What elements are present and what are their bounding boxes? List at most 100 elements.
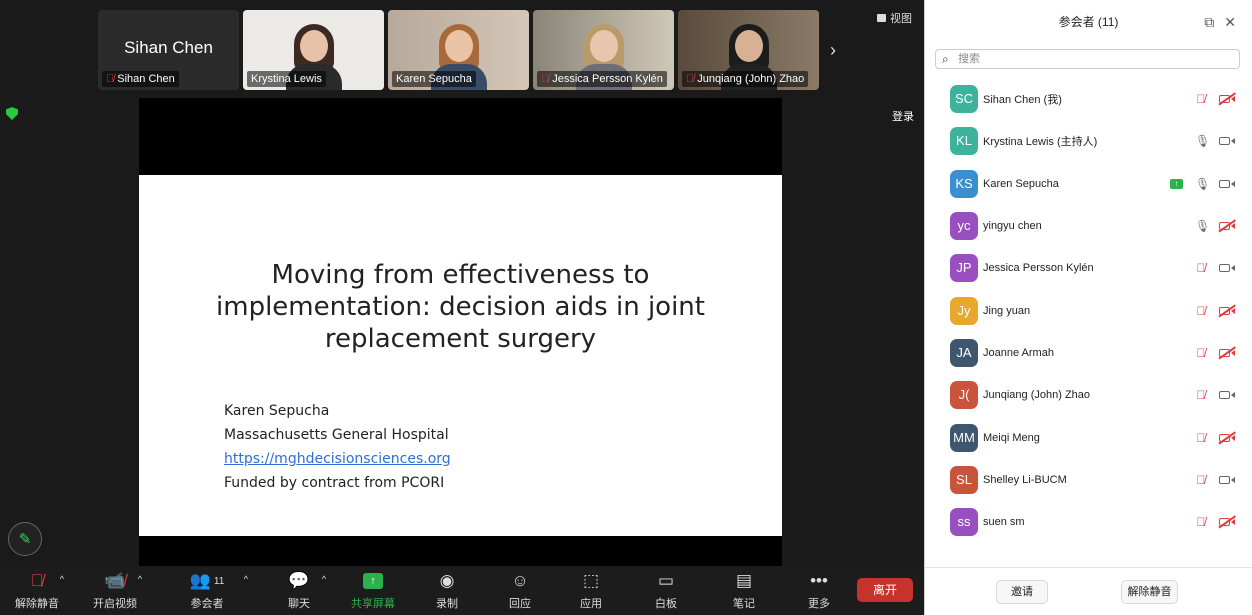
record-label: 录制: [436, 598, 458, 610]
participant-status-icons: 🎙̸: [1195, 346, 1235, 360]
thumbnail-label: 🎙̸ Junqiang (John) Zhao: [682, 71, 809, 87]
close-icon[interactable]: ✕: [1224, 0, 1236, 44]
whiteboard-label: 白板: [655, 598, 677, 610]
caret-up-icon[interactable]: ^: [60, 574, 64, 584]
apps-button[interactable]: ⬚ 应用: [556, 570, 626, 611]
video-icon: [1219, 390, 1235, 400]
participant-status-icons: 🎙̸: [1195, 515, 1235, 529]
participant-name: Krystina Lewis (主持人): [983, 136, 1098, 149]
thumbnail-label: Karen Sepucha: [392, 71, 476, 87]
participant-status-icons: 🎙̸: [1195, 473, 1235, 487]
apps-label: 应用: [580, 598, 602, 610]
participant-row[interactable]: J(Junqiang (John) Zhao 🎙̸: [925, 374, 1252, 416]
whiteboard-button[interactable]: ▭ 白板: [631, 570, 701, 611]
zoom-window: Sihan Chen 🎙̸ Sihan Chen Krystina Lewis: [0, 0, 1252, 615]
thumbnail-label-text: Krystina Lewis: [251, 73, 322, 85]
slide-author: Karen Sepucha: [224, 403, 330, 419]
thumbnail-sihan-chen[interactable]: Sihan Chen 🎙̸ Sihan Chen: [98, 10, 239, 90]
participant-row[interactable]: JA Joanne Armah 🎙̸: [925, 332, 1252, 374]
reactions-button[interactable]: ☺ 回应: [485, 570, 555, 611]
participant-row[interactable]: SL Shelley Li-BUCM 🎙̸: [925, 459, 1252, 501]
thumbnail-jessica-persson-kylen[interactable]: 🎙̸ Jessica Persson Kylén: [533, 10, 674, 90]
thumbnail-karen-sepucha[interactable]: Karen Sepucha: [388, 10, 529, 90]
participant-row[interactable]: ss suen sm 🎙̸: [925, 501, 1252, 543]
caret-up-icon[interactable]: ^: [244, 574, 248, 584]
mic-icon: 🎙: [1195, 176, 1211, 191]
video-off-icon: [1219, 517, 1235, 527]
invite-button[interactable]: 邀请: [996, 580, 1048, 604]
slide-link[interactable]: https://mghdecisionsciences.org: [224, 447, 451, 471]
reactions-label: 回应: [509, 598, 531, 610]
participant-status-icons: ↑ 🎙: [1170, 177, 1235, 191]
mic-off-icon: 🎙̸: [541, 73, 550, 85]
participant-row[interactable]: Jy Jing yuan 🎙̸: [925, 289, 1252, 331]
participant-name: Karen Sepucha: [983, 177, 1059, 190]
mic-off-icon: 🎙̸: [1196, 515, 1206, 530]
security-shield-icon[interactable]: [6, 107, 18, 120]
thumbnail-name-text: Sihan Chen: [124, 38, 213, 57]
thumbnail-junqiang-zhao[interactable]: 🎙̸ Junqiang (John) Zhao: [678, 10, 819, 90]
thumbnail-krystina-lewis[interactable]: Krystina Lewis: [243, 10, 384, 90]
participant-name: Jessica Persson Kylén: [983, 262, 1094, 275]
video-off-icon: [1219, 433, 1235, 443]
participant-name: Sihan Chen (我): [983, 94, 1062, 107]
avatar: Jy: [950, 296, 978, 325]
mic-off-icon: 🎙̸: [1196, 430, 1206, 445]
record-button[interactable]: ◉ 录制: [412, 570, 482, 611]
search-placeholder: 搜索: [958, 53, 980, 65]
grid-view-icon: [877, 14, 886, 22]
avatar: JA: [950, 338, 978, 367]
mic-off-icon: 🎙̸: [1196, 345, 1206, 360]
unmute-me-button[interactable]: 解除静音: [1121, 580, 1178, 604]
participant-row[interactable]: MM Meiqi Meng 🎙̸: [925, 416, 1252, 458]
panel-footer: 邀请 解除静音: [925, 567, 1252, 615]
participant-row[interactable]: yc yingyu chen 🎙: [925, 205, 1252, 247]
video-off-icon: [1219, 306, 1235, 316]
view-button[interactable]: 视图: [877, 10, 912, 26]
mic-off-icon: 🎙̸: [686, 73, 695, 85]
video-icon: [1219, 179, 1235, 189]
participant-name: Junqiang (John) Zhao: [983, 389, 1091, 402]
participants-icon: 👥: [189, 571, 211, 590]
slide-affiliation: Massachusetts General Hospital: [224, 427, 449, 443]
screen-share-icon: ↑: [1170, 178, 1183, 189]
notes-button[interactable]: ▤ 笔记: [709, 570, 779, 611]
participant-row[interactable]: KL Krystina Lewis (主持人) 🎙: [925, 120, 1252, 162]
participants-button[interactable]: 👥 11 ^ 参会者: [172, 570, 248, 611]
mic-icon: 🎙: [1195, 219, 1211, 234]
record-icon: ◉: [439, 571, 455, 590]
leave-button[interactable]: 离开: [857, 578, 913, 602]
more-label: 更多: [808, 598, 830, 610]
thumbnail-strip: Sihan Chen 🎙̸ Sihan Chen Krystina Lewis: [98, 10, 819, 90]
more-dots-icon: •••: [810, 571, 828, 590]
search-input[interactable]: ⌕ 搜索: [935, 49, 1240, 69]
annotate-pencil-icon[interactable]: ✎: [8, 522, 42, 556]
participant-row[interactable]: JP Jessica Persson Kylén 🎙̸: [925, 247, 1252, 289]
share-screen-button[interactable]: ↑ 共享屏幕: [338, 570, 408, 611]
mic-off-icon: 🎙̸: [1196, 92, 1206, 107]
participant-status-icons: 🎙: [1195, 134, 1235, 148]
notes-label: 笔记: [733, 598, 755, 610]
participants-count: 11: [213, 575, 225, 587]
more-button[interactable]: ••• 更多: [784, 570, 854, 611]
thumbnail-label-text: Karen Sepucha: [396, 73, 472, 85]
caret-up-icon[interactable]: ^: [322, 574, 326, 584]
login-button[interactable]: 登录: [892, 108, 914, 124]
avatar: SL: [950, 465, 978, 494]
unmute-button[interactable]: 🎙̸ ^ 解除静音: [2, 570, 72, 611]
shared-screen: Moving from effectiveness to implementat…: [139, 98, 782, 566]
mic-icon: 🎙: [1195, 134, 1211, 149]
pop-out-icon[interactable]: ⧉: [1204, 0, 1214, 44]
participant-row[interactable]: SC Sihan Chen (我) 🎙̸: [925, 78, 1252, 120]
thumbnail-label: Krystina Lewis: [247, 71, 326, 87]
share-screen-label: 共享屏幕: [351, 598, 395, 610]
meeting-toolbar: 🎙̸ ^ 解除静音 📹̸ ^ 开启视频 👥 11 ^ 参会者 💬 ^ 聊天 ↑ 共享屏幕 …: [0, 566, 924, 615]
participant-row[interactable]: KS Karen Sepucha ↑ 🎙: [925, 163, 1252, 205]
chat-label: 聊天: [288, 598, 310, 610]
chevron-right-icon[interactable]: ›: [830, 40, 836, 61]
participant-status-icons: 🎙: [1195, 219, 1235, 233]
start-video-button[interactable]: 📹̸ ^ 开启视频: [80, 570, 150, 611]
chat-button[interactable]: 💬 ^ 聊天: [264, 570, 334, 611]
mic-off-icon: 🎙̸: [1196, 261, 1206, 276]
caret-up-icon[interactable]: ^: [138, 574, 142, 584]
